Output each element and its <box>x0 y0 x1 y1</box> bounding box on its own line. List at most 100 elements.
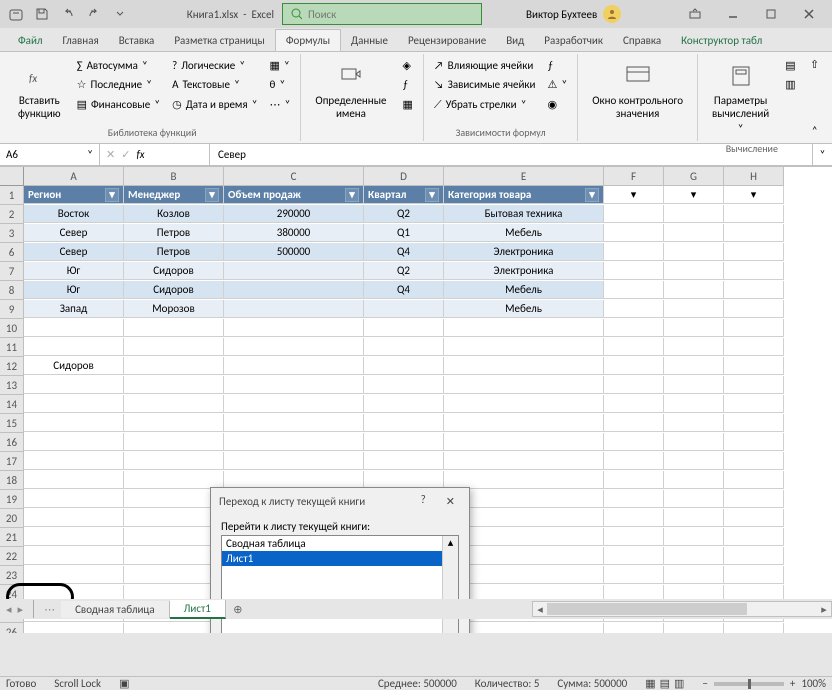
cell[interactable]: Юг <box>24 281 124 299</box>
filter-icon[interactable]: ▾ <box>585 188 599 202</box>
cell[interactable] <box>124 566 224 584</box>
cell[interactable] <box>124 395 224 413</box>
cell[interactable]: Мебель <box>444 281 604 299</box>
evaluate-formula-button[interactable]: ◉ <box>543 95 571 114</box>
cell[interactable] <box>364 433 444 451</box>
macro-record-icon[interactable]: ▣ <box>119 677 129 690</box>
use-in-formula-button[interactable]: ƒ <box>399 75 417 94</box>
cell[interactable] <box>724 509 784 527</box>
cell[interactable] <box>724 547 784 565</box>
row-header[interactable]: 18 <box>0 471 24 490</box>
cell[interactable]: Козлов <box>124 205 224 223</box>
cell[interactable] <box>664 528 724 546</box>
column-header[interactable]: H <box>724 167 784 186</box>
cell[interactable] <box>604 338 664 356</box>
cell[interactable] <box>604 357 664 375</box>
cell[interactable] <box>124 509 224 527</box>
zoom-control[interactable]: − + 100% <box>702 677 826 690</box>
scroll-left-icon[interactable]: ◂ <box>533 603 547 616</box>
define-name-button[interactable]: ◈ <box>399 56 417 75</box>
cell[interactable] <box>604 623 664 633</box>
cell[interactable] <box>664 433 724 451</box>
cell[interactable] <box>664 205 724 223</box>
cell[interactable] <box>724 300 784 318</box>
cell[interactable] <box>664 547 724 565</box>
scroll-up-icon[interactable]: ▴ <box>443 536 458 549</box>
share-icon[interactable]: ⇧ <box>810 58 819 71</box>
cell[interactable] <box>664 490 724 508</box>
cell[interactable] <box>364 414 444 432</box>
cell[interactable]: Q2 <box>364 205 444 223</box>
cell[interactable] <box>604 490 664 508</box>
list-item[interactable]: Сводная таблица <box>222 536 458 551</box>
calc-sheet-button[interactable]: ▥ <box>781 75 799 94</box>
cell[interactable] <box>124 357 224 375</box>
row-header[interactable]: 9 <box>0 300 24 319</box>
filter-icon[interactable]: ▾ <box>345 188 359 202</box>
cell[interactable] <box>444 357 604 375</box>
lookup-button[interactable]: ▦˅ <box>266 56 295 75</box>
recent-button[interactable]: ☆Последние ˅ <box>73 75 164 94</box>
cell[interactable]: Q2 <box>364 262 444 280</box>
scroll-thumb[interactable] <box>547 603 747 615</box>
cell[interactable]: Петров <box>124 243 224 261</box>
sheet-tab[interactable]: Сводная таблица <box>61 601 170 618</box>
cell[interactable] <box>24 414 124 432</box>
redo-icon[interactable] <box>82 3 106 25</box>
cell[interactable] <box>124 452 224 470</box>
text-button[interactable]: AТекстовые ˅ <box>168 75 261 94</box>
cell[interactable] <box>444 376 604 394</box>
cell[interactable] <box>224 395 364 413</box>
row-header[interactable]: 14 <box>0 395 24 414</box>
tab-table-design[interactable]: Конструктор табл <box>671 30 772 51</box>
trace-precedents-button[interactable]: ↗Влияющие ячейки <box>430 56 540 75</box>
row-header[interactable]: 22 <box>0 547 24 566</box>
enter-icon[interactable]: ✓ <box>121 148 130 161</box>
cell[interactable] <box>444 433 604 451</box>
cell[interactable]: Сидоров <box>124 281 224 299</box>
column-header[interactable]: B <box>124 167 224 186</box>
cell[interactable]: 380000 <box>224 224 364 242</box>
table-header-cell[interactable]: ▾ <box>664 186 724 204</box>
list-item[interactable]: Лист1 <box>222 551 458 566</box>
watch-window-button[interactable]: Окно контрольного значения <box>584 56 691 124</box>
cell[interactable]: Мебель <box>444 224 604 242</box>
cell[interactable] <box>364 300 444 318</box>
cell[interactable] <box>724 490 784 508</box>
cell[interactable] <box>724 528 784 546</box>
cell[interactable]: Петров <box>124 224 224 242</box>
row-header[interactable]: 2 <box>0 205 24 224</box>
cell[interactable] <box>664 566 724 584</box>
cell[interactable] <box>24 376 124 394</box>
cell[interactable] <box>364 357 444 375</box>
fx-icon[interactable]: fx <box>136 148 144 161</box>
cell[interactable] <box>24 490 124 508</box>
cell[interactable] <box>24 547 124 565</box>
cell[interactable] <box>664 319 724 337</box>
row-header[interactable]: 7 <box>0 262 24 281</box>
normal-view-icon[interactable]: ▦ <box>645 677 655 690</box>
tab-page-layout[interactable]: Разметка страницы <box>164 30 275 51</box>
last-sheet-icon[interactable]: ▸ <box>18 603 24 616</box>
cell[interactable] <box>664 395 724 413</box>
cell[interactable] <box>604 243 664 261</box>
cell[interactable] <box>724 205 784 223</box>
row-header[interactable]: 11 <box>0 338 24 357</box>
filter-icon[interactable]: ▾ <box>205 188 219 202</box>
cell[interactable] <box>604 414 664 432</box>
cell[interactable] <box>444 319 604 337</box>
cell[interactable] <box>664 224 724 242</box>
cell[interactable] <box>24 623 124 633</box>
cell[interactable]: Морозов <box>124 300 224 318</box>
horizontal-scrollbar[interactable]: ◂ ▸ <box>532 601 832 617</box>
date-button[interactable]: ◷Дата и время ˅ <box>168 95 261 114</box>
minimize-icon[interactable] <box>714 0 752 28</box>
row-header[interactable]: 15 <box>0 414 24 433</box>
cell[interactable] <box>664 623 724 633</box>
cell[interactable] <box>604 509 664 527</box>
cell[interactable] <box>664 376 724 394</box>
search-box[interactable] <box>282 3 482 25</box>
select-all[interactable] <box>0 167 24 186</box>
row-header[interactable]: 19 <box>0 490 24 509</box>
ribbon-options-icon[interactable] <box>676 0 714 28</box>
